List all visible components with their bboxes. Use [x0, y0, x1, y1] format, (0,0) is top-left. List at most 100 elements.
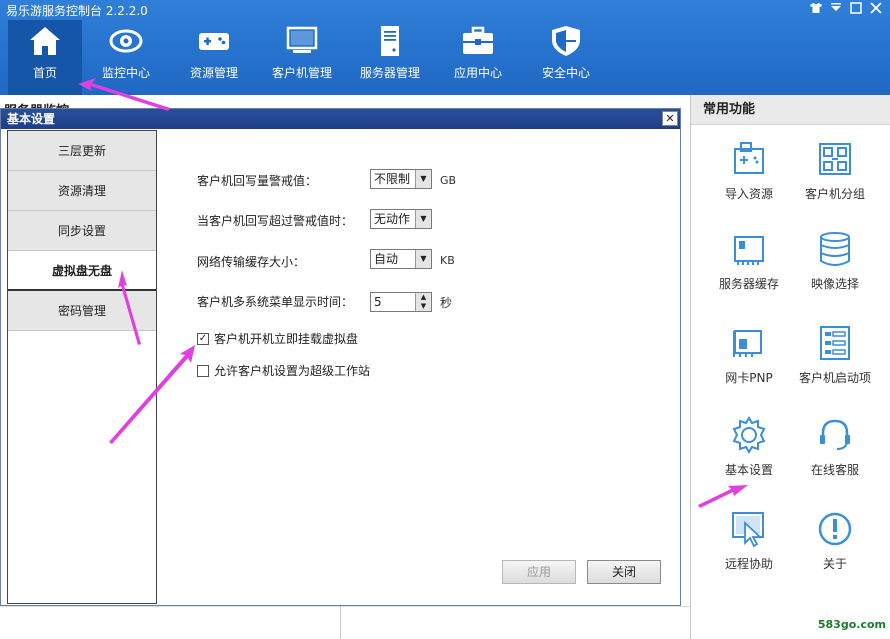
unit-label: GB — [440, 174, 457, 187]
nav-resource[interactable]: 资源管理 — [170, 20, 258, 95]
super-workstation-checkbox[interactable]: 允许客户机设置为超级工作站 — [197, 362, 370, 379]
app-title: 易乐游服务控制台 2.2.2.0 — [6, 4, 148, 18]
nav-monitor[interactable]: 监控中心 — [82, 20, 170, 95]
dialog-title: 基本设置 — [7, 112, 56, 126]
nav-label: 客户机管理 — [271, 66, 332, 80]
tab-password-management[interactable]: 密码管理 — [8, 291, 156, 331]
nav-label: 首页 — [32, 66, 57, 80]
import-resource-button[interactable]: 导入资源 — [705, 139, 793, 219]
nav-label: 服务器管理 — [359, 66, 420, 80]
home-icon — [27, 24, 63, 58]
info-icon — [818, 512, 852, 546]
writeback-action-label: 当客户机回写超过警戒值时： — [197, 214, 354, 228]
eye-icon — [108, 24, 144, 58]
nav-label: 应用中心 — [453, 66, 502, 80]
shield-icon — [548, 24, 584, 58]
tab-virtual-disk[interactable]: 虚拟盘无盘 — [8, 251, 156, 291]
nav-security[interactable]: 安全中心 — [522, 20, 610, 95]
close-icon[interactable] — [868, 2, 884, 16]
headset-icon — [820, 419, 850, 450]
watermark: 583go.com — [817, 618, 886, 631]
apply-button[interactable]: 应用 — [502, 560, 576, 584]
import-resource-icon — [734, 142, 764, 174]
network-card-icon — [733, 330, 762, 357]
basic-settings-button[interactable]: 基本设置 — [705, 415, 793, 495]
shirt-icon[interactable] — [808, 2, 824, 16]
spin-arrows-icon[interactable]: ▲ ▼ — [415, 293, 431, 311]
tab-three-layer-update[interactable]: 三层更新 — [8, 131, 156, 171]
nav-home[interactable]: 首页 — [8, 20, 82, 95]
net-cache-row: 网络传输缓存大小： — [197, 253, 305, 270]
gear-icon — [732, 416, 766, 454]
settings-tabs: 三层更新 资源清理 同步设置 虚拟盘无盘 密码管理 — [7, 130, 157, 604]
tab-resource-cleanup[interactable]: 资源清理 — [8, 171, 156, 211]
writeback-action-select[interactable]: 无动作 ▼ — [370, 209, 432, 229]
close-button[interactable]: 关闭 — [587, 560, 661, 584]
function-label: 基本设置 — [724, 463, 773, 477]
gamepad-icon — [196, 24, 232, 58]
writeback-warn-label: 客户机回写量警戒值： — [197, 174, 318, 188]
about-button[interactable]: 关于 — [791, 509, 879, 589]
chevron-down-icon[interactable]: ▼ — [415, 210, 431, 228]
server-cache-button[interactable]: 服务器缓存 — [705, 229, 793, 309]
net-cache-label: 网络传输缓存大小： — [197, 255, 306, 269]
net-cache-select[interactable]: 自动 ▼ — [370, 249, 432, 269]
nav-label: 资源管理 — [189, 66, 238, 80]
writeback-warn-row: 客户机回写量警戒值： — [197, 172, 317, 189]
dialog-title-bar[interactable]: 基本设置 ✕ — [1, 109, 680, 129]
nav-app-center[interactable]: 应用中心 — [434, 20, 522, 95]
network-card-button[interactable]: 网卡PNP — [705, 323, 793, 403]
panel-header: 常用功能 — [691, 95, 890, 125]
select-value: 自动 — [374, 252, 399, 266]
client-group-button[interactable]: 客户机分组 — [791, 139, 879, 219]
image-select-button[interactable]: 映像选择 — [791, 229, 879, 309]
remote-assist-button[interactable]: 远程协助 — [705, 509, 793, 589]
menu-time-row: 客户机多系统菜单显示时间： — [197, 293, 353, 310]
main-nav: 首页 监控中心 资源管理 客户机管理 服务器管理 应用中心 安全中心 — [8, 20, 610, 95]
function-label: 网卡PNP — [725, 371, 773, 385]
window-controls — [808, 2, 884, 16]
function-label: 映像选择 — [810, 277, 859, 291]
checkbox-label: 客户机开机立即挂载虚拟盘 — [214, 332, 359, 346]
common-functions-panel: 常用功能 导入资源 客户机分组 服务器缓存 映像选择 网卡PNP 客户机启动项 — [690, 95, 890, 639]
menu-time-label: 客户机多系统菜单显示时间： — [197, 295, 354, 309]
nav-client[interactable]: 客户机管理 — [258, 20, 346, 95]
checkbox-checked-icon[interactable]: ✓ — [197, 332, 209, 345]
function-label: 在线客服 — [810, 463, 859, 477]
chevron-down-icon[interactable]: ▼ — [415, 250, 431, 268]
top-bar: 易乐游服务控制台 2.2.2.0 首页 监控中心 资源管理 客户机管理 服务器管… — [0, 0, 890, 95]
client-boot-button[interactable]: 客户机启动项 — [791, 323, 879, 403]
maximize-icon[interactable] — [848, 2, 864, 16]
nav-label: 监控中心 — [101, 66, 150, 80]
function-label: 服务器缓存 — [718, 277, 779, 291]
unit-label: 秒 — [440, 296, 453, 310]
remote-assist-icon — [732, 512, 764, 548]
divider — [0, 606, 690, 607]
nav-server[interactable]: 服务器管理 — [346, 20, 434, 95]
menu-time-stepper[interactable]: 5 ▲ ▼ — [370, 292, 432, 312]
chevron-down-icon[interactable]: ▼ — [415, 170, 431, 188]
basic-settings-dialog: 基本设置 ✕ 三层更新 资源清理 同步设置 虚拟盘无盘 密码管理 客户机回写量警… — [0, 108, 681, 606]
function-label: 远程协助 — [724, 557, 773, 571]
function-label: 关于 — [822, 557, 847, 571]
dialog-close-button[interactable]: ✕ — [662, 111, 678, 126]
function-label: 客户机启动项 — [798, 371, 871, 385]
minimize-icon[interactable] — [828, 2, 844, 16]
online-service-button[interactable]: 在线客服 — [791, 415, 879, 495]
unit-label: KB — [440, 254, 455, 267]
nav-label: 安全中心 — [541, 66, 590, 80]
select-value: 不限制 — [374, 172, 411, 186]
writeback-warn-select[interactable]: 不限制 ▼ — [370, 169, 432, 189]
image-select-icon — [820, 232, 850, 266]
client-group-icon — [819, 143, 851, 175]
function-label: 客户机分组 — [804, 187, 865, 201]
monitor-icon — [284, 24, 320, 58]
tab-sync-settings[interactable]: 同步设置 — [8, 211, 156, 251]
writeback-action-row: 当客户机回写超过警戒值时： — [197, 212, 353, 229]
server-cache-icon — [734, 236, 764, 265]
function-label: 导入资源 — [724, 187, 773, 201]
checkbox-unchecked-icon[interactable] — [197, 364, 209, 377]
client-boot-icon — [820, 326, 850, 360]
mount-virtual-disk-checkbox[interactable]: ✓ 客户机开机立即挂载虚拟盘 — [197, 330, 358, 347]
select-value: 无动作 — [374, 212, 411, 226]
